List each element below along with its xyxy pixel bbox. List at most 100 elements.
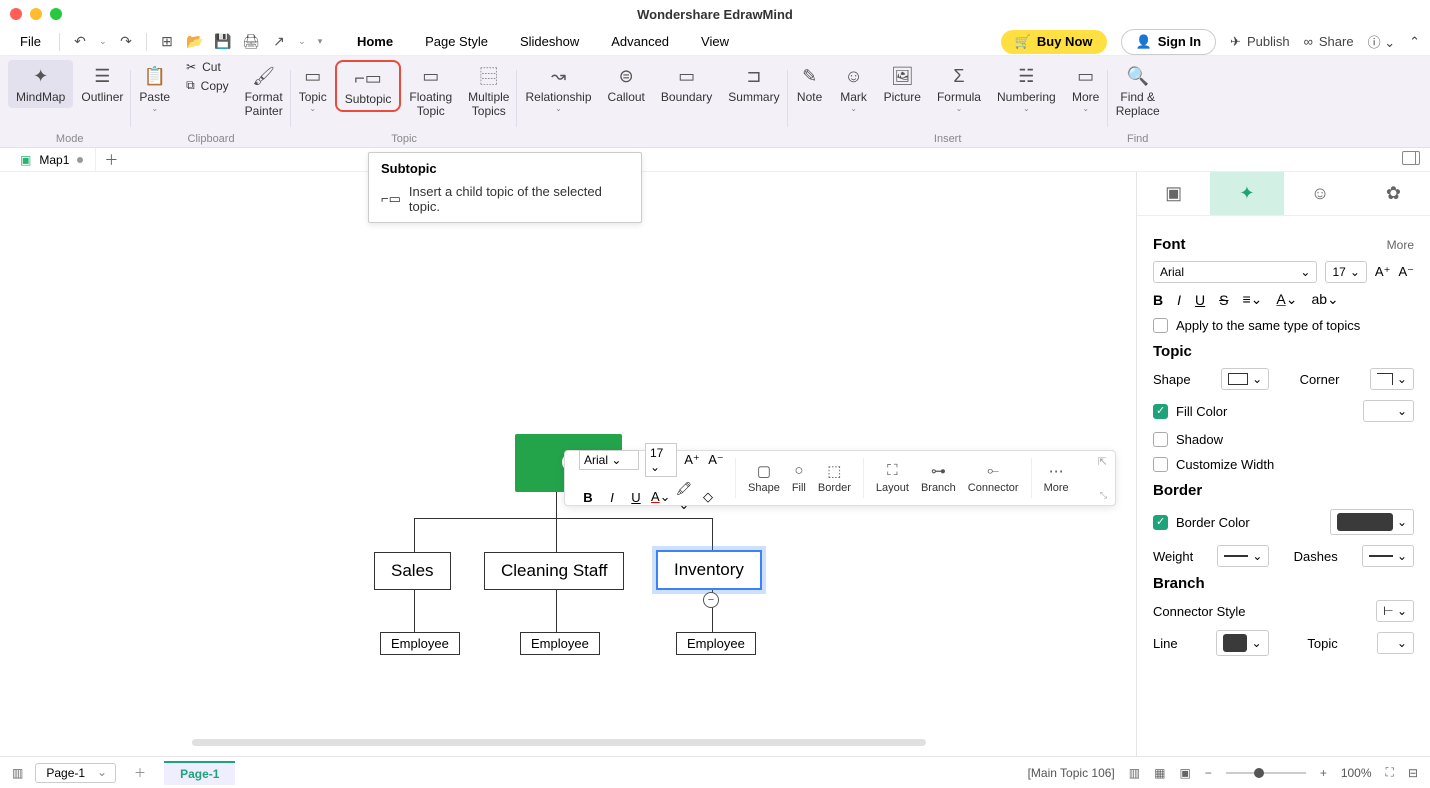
bold-button[interactable]: B bbox=[1153, 292, 1163, 308]
fullscreen-button[interactable]: ⊟ bbox=[1408, 766, 1418, 780]
share-button[interactable]: ∞ Share bbox=[1304, 34, 1354, 49]
subtopic-employee-3[interactable]: Employee bbox=[676, 632, 756, 655]
undo-dropdown[interactable]: ⌄ bbox=[96, 30, 110, 54]
print-button[interactable]: 🖨 bbox=[239, 30, 263, 54]
subtopic-employee-1[interactable]: Employee bbox=[380, 632, 460, 655]
help-button[interactable]: ⓘ ⌄ bbox=[1368, 32, 1396, 51]
float-font-color[interactable]: A⌄ bbox=[651, 489, 669, 505]
close-window-icon[interactable] bbox=[10, 8, 22, 20]
relationship-button[interactable]: ↝Relationship⌄ bbox=[517, 60, 599, 117]
italic-button[interactable]: I bbox=[1177, 292, 1181, 308]
connector-style-select[interactable]: ⊢ ⌄ bbox=[1376, 600, 1414, 622]
undo-button[interactable]: ↶ bbox=[68, 30, 92, 54]
fill-color-select[interactable]: ⌄ bbox=[1363, 400, 1414, 422]
add-page-button[interactable]: ＋ bbox=[124, 764, 156, 781]
collapse-handle[interactable]: − bbox=[703, 592, 719, 608]
strike-button[interactable]: S bbox=[1219, 292, 1228, 308]
float-layout[interactable]: ⛶Layout bbox=[870, 462, 915, 494]
float-font-shrink[interactable]: A⁻ bbox=[707, 452, 725, 468]
export-button[interactable]: ↗ bbox=[267, 30, 291, 54]
float-branch[interactable]: ⊶Branch bbox=[915, 462, 962, 494]
float-font-select[interactable]: Arial ⌄ bbox=[579, 450, 639, 470]
shape-select[interactable]: ⌄ bbox=[1221, 368, 1269, 390]
tab-advanced[interactable]: Advanced bbox=[607, 32, 673, 51]
font-grow[interactable]: A⁺ bbox=[1375, 264, 1391, 280]
font-color-button[interactable]: A⌄ bbox=[1276, 291, 1297, 308]
maximize-window-icon[interactable] bbox=[50, 8, 62, 20]
tab-page-style[interactable]: Page Style bbox=[421, 32, 492, 51]
float-border[interactable]: ⬚Border bbox=[812, 462, 857, 494]
note-button[interactable]: ✎Note bbox=[788, 60, 832, 108]
line-color-select[interactable]: ⌄ bbox=[1216, 630, 1268, 656]
paste-button[interactable]: 📋 Paste ⌄ bbox=[131, 60, 178, 117]
add-doc-tab[interactable]: ＋ bbox=[104, 150, 118, 170]
page-tab-1[interactable]: Page-1 bbox=[164, 761, 235, 785]
fill-color-check[interactable]: Fill Color ⌄ bbox=[1153, 400, 1414, 422]
float-fill[interactable]: ○Fill bbox=[786, 462, 812, 494]
float-font-grow[interactable]: A⁺ bbox=[683, 452, 701, 468]
float-connector[interactable]: ⟜Connector bbox=[962, 462, 1025, 494]
dashes-select[interactable]: ⌄ bbox=[1362, 545, 1414, 567]
file-menu[interactable]: File bbox=[10, 32, 51, 51]
view-mode-1[interactable]: ▥ bbox=[1129, 766, 1140, 780]
font-family-select[interactable]: Arial ⌄ bbox=[1153, 261, 1317, 283]
more-insert-button[interactable]: ▭More⌄ bbox=[1064, 60, 1108, 117]
topic-color-select[interactable]: ⌄ bbox=[1377, 632, 1414, 654]
collapse-ribbon-button[interactable]: ⌃ bbox=[1409, 34, 1420, 50]
customize-width-check[interactable]: Customize Width bbox=[1153, 457, 1414, 472]
picture-button[interactable]: 🖼Picture bbox=[876, 60, 929, 108]
pages-panel-button[interactable]: ▥ bbox=[12, 766, 23, 780]
redo-button[interactable]: ↷ bbox=[114, 30, 138, 54]
float-expand[interactable]: ⤡ bbox=[1100, 490, 1107, 501]
topic-cleaning[interactable]: Cleaning Staff bbox=[484, 552, 624, 590]
corner-select[interactable]: ⌄ bbox=[1370, 368, 1414, 390]
font-shrink[interactable]: A⁻ bbox=[1398, 264, 1414, 280]
buy-now-button[interactable]: 🛒 Buy Now bbox=[1001, 30, 1107, 54]
outliner-button[interactable]: ☰ Outliner bbox=[73, 60, 131, 108]
subtopic-employee-2[interactable]: Employee bbox=[520, 632, 600, 655]
copy-button[interactable]: ⧉Copy bbox=[186, 78, 229, 93]
float-clear-format[interactable]: ◇ bbox=[699, 489, 717, 505]
topic-sales[interactable]: Sales bbox=[374, 552, 451, 590]
border-color-select[interactable]: ⌄ bbox=[1330, 509, 1414, 535]
tab-view[interactable]: View bbox=[697, 32, 733, 51]
publish-button[interactable]: ✈ Publish bbox=[1230, 34, 1290, 50]
callout-button[interactable]: ⊜Callout bbox=[600, 60, 653, 108]
font-more[interactable]: More bbox=[1387, 238, 1414, 252]
case-button[interactable]: ab⌄ bbox=[1311, 291, 1338, 308]
boundary-button[interactable]: ▭Boundary bbox=[653, 60, 720, 108]
doc-tab-map1[interactable]: ▣ Map1 bbox=[8, 148, 96, 171]
sign-in-button[interactable]: 👤 Sign In bbox=[1121, 29, 1217, 55]
apply-same-check[interactable]: Apply to the same type of topics bbox=[1153, 318, 1414, 333]
font-size-select[interactable]: 17 ⌄ bbox=[1325, 261, 1366, 283]
tab-home[interactable]: Home bbox=[353, 32, 397, 51]
float-more[interactable]: ⋯More bbox=[1038, 462, 1075, 494]
shadow-check[interactable]: Shadow bbox=[1153, 432, 1414, 447]
page-select[interactable]: Page-1 bbox=[35, 763, 116, 783]
float-underline[interactable]: U bbox=[627, 490, 645, 505]
format-painter-button[interactable]: 🖌 Format Painter bbox=[237, 60, 291, 123]
float-bold[interactable]: B bbox=[579, 490, 597, 505]
new-button[interactable]: ⊞ bbox=[155, 30, 179, 54]
zoom-in[interactable]: + bbox=[1320, 766, 1327, 780]
view-mode-3[interactable]: ▣ bbox=[1179, 766, 1190, 780]
border-color-check[interactable]: Border Color ⌄ bbox=[1153, 509, 1414, 535]
float-italic[interactable]: I bbox=[603, 490, 621, 505]
topic-inventory[interactable]: Inventory bbox=[656, 550, 762, 590]
numbering-button[interactable]: ☵Numbering⌄ bbox=[989, 60, 1064, 117]
fit-page-button[interactable]: ⛶ bbox=[1386, 765, 1394, 780]
mark-button[interactable]: ☺Mark⌄ bbox=[832, 60, 876, 117]
mindmap-button[interactable]: ✦ MindMap bbox=[8, 60, 73, 108]
floating-topic-button[interactable]: ▭ Floating Topic bbox=[401, 60, 460, 123]
panel-tab-style[interactable]: ✦ bbox=[1210, 172, 1283, 215]
topic-button[interactable]: ▭ Topic ⌄ bbox=[291, 60, 335, 117]
panel-tab-icons[interactable]: ☺ bbox=[1284, 172, 1357, 215]
float-shape[interactable]: ▢Shape bbox=[742, 462, 786, 494]
formula-button[interactable]: ΣFormula⌄ bbox=[929, 60, 989, 117]
float-size-select[interactable]: 17 ⌄ bbox=[645, 443, 677, 477]
open-button[interactable]: 📂 bbox=[183, 30, 207, 54]
save-button[interactable]: 💾 bbox=[211, 30, 235, 54]
float-highlight[interactable]: 🖍⌄ bbox=[675, 481, 693, 513]
zoom-value[interactable]: 100% bbox=[1341, 766, 1372, 780]
zoom-slider[interactable] bbox=[1226, 772, 1306, 774]
